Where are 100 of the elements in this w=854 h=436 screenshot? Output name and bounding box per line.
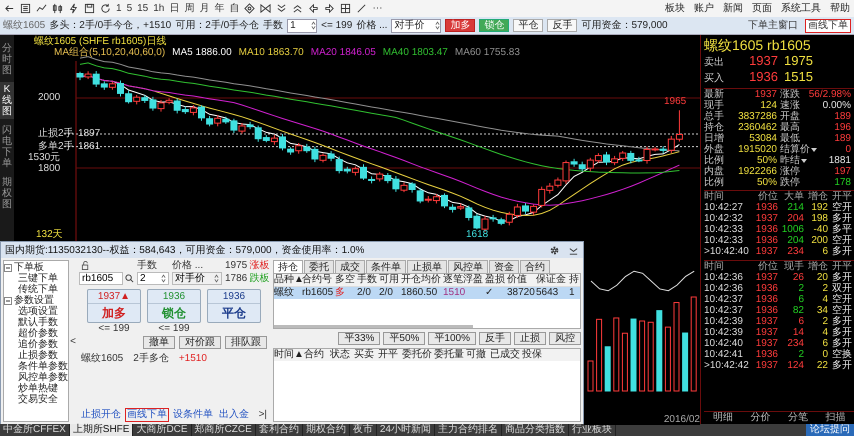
lightning-icon[interactable] <box>68 3 79 14</box>
position-row[interactable]: 螺纹 rb1605 多 2/0 2/0 1860.50 1510 ✓ 387205643 1 <box>274 287 580 299</box>
main-window-button[interactable]: 下单主窗口 <box>745 18 801 32</box>
column-header[interactable]: 状态 <box>330 349 354 361</box>
more-button[interactable]: ⋯ <box>372 2 382 14</box>
tab[interactable]: 资金 <box>489 260 519 273</box>
search-icon[interactable] <box>125 274 134 283</box>
tree-item[interactable]: 交易安全 <box>18 394 58 405</box>
settings-icon[interactable] <box>549 244 560 256</box>
spinner-icon[interactable] <box>311 21 316 30</box>
market-tab[interactable]: 期权合约 <box>302 424 350 436</box>
action-button[interactable]: 排队跟 <box>225 336 267 349</box>
qty-field[interactable]: 2 <box>137 272 169 285</box>
double-chevron-up-icon[interactable] <box>292 3 304 14</box>
spinner-icon[interactable] <box>161 274 166 283</box>
close-position-button[interactable]: 反手 <box>479 332 511 345</box>
tree-item[interactable]: 条件单参数 <box>18 361 68 372</box>
link-tab[interactable]: 出入金 <box>217 408 251 422</box>
collapse-panel-button[interactable]: < <box>69 336 77 346</box>
period-button[interactable]: 周 <box>184 2 194 14</box>
link-tab[interactable]: 画线下单 <box>125 408 169 422</box>
trade-button[interactable]: 1937▲ 加多 <box>87 289 141 323</box>
detail-tab[interactable]: 分笔 <box>788 412 808 424</box>
unlock-icon[interactable] <box>81 261 90 270</box>
order-button[interactable]: 平仓 <box>513 19 544 32</box>
period-button[interactable]: 年 <box>214 2 224 14</box>
close-position-button[interactable]: 止损 <box>514 332 546 345</box>
trade-button[interactable]: 1936 平仓 <box>207 289 261 323</box>
tab[interactable]: 成交 <box>335 260 365 273</box>
order-button[interactable]: 加多 <box>445 19 476 32</box>
save-icon[interactable] <box>84 3 95 14</box>
action-button[interactable]: 对价跟 <box>179 336 221 349</box>
spinner-icon[interactable] <box>214 274 219 283</box>
grid-icon[interactable] <box>340 3 352 14</box>
column-header[interactable]: 逐笔浮盈 <box>443 274 485 286</box>
column-header[interactable]: 手数 <box>357 274 379 286</box>
period-button[interactable]: 月 <box>199 2 210 14</box>
detail-tab[interactable]: 明细 <box>712 412 733 424</box>
period-button[interactable]: 自 <box>229 2 240 14</box>
pen-line-icon[interactable] <box>356 3 368 14</box>
close-position-button[interactable]: 平100% <box>428 332 476 345</box>
tree-item[interactable]: 风控单参数 <box>18 372 68 383</box>
column-header[interactable]: 多空 <box>335 274 357 286</box>
menu-item[interactable]: 系统工具 <box>781 2 821 14</box>
view-tab[interactable]: K线图 <box>0 82 14 119</box>
column-header[interactable]: 时间▲ <box>274 349 304 361</box>
view-tab[interactable]: 期权图 <box>0 175 14 212</box>
back-arrow-icon[interactable] <box>4 3 15 14</box>
line-chart-icon[interactable] <box>36 3 47 14</box>
market-tab[interactable]: 上期所SHFE <box>70 424 134 436</box>
period-button[interactable]: 1 <box>116 2 122 14</box>
list-icon[interactable] <box>20 3 31 14</box>
refresh-icon[interactable] <box>100 3 111 14</box>
double-chevron-down-icon[interactable] <box>276 3 288 14</box>
market-tab[interactable]: 大商所DCE <box>133 424 192 436</box>
column-header[interactable]: 买卖 <box>354 349 378 361</box>
draw-order-button[interactable]: 画线下单 <box>805 18 851 32</box>
menu-item[interactable]: 新闻 <box>723 2 743 14</box>
last-page-button[interactable]: >| <box>256 408 269 422</box>
view-tab[interactable]: 分时图 <box>0 41 14 78</box>
column-header[interactable]: 可用 <box>379 274 401 286</box>
tree-item[interactable]: 炒单热键 <box>18 383 58 394</box>
tree-item[interactable]: 默认手数 <box>18 317 58 328</box>
column-header[interactable]: 合约号 <box>302 274 335 286</box>
period-button[interactable]: 1h <box>153 2 164 14</box>
column-header[interactable]: 已成交 <box>490 349 522 361</box>
tree-item[interactable]: 三键下单 <box>18 273 58 284</box>
market-tab[interactable]: 商品分类指数 <box>502 424 569 436</box>
column-header[interactable]: 价值 <box>507 274 536 286</box>
column-header[interactable]: 开平 <box>378 349 402 361</box>
qty-field[interactable]: 1 <box>287 18 318 32</box>
order-button[interactable]: 反手 <box>547 19 578 32</box>
tree-item[interactable]: 追价参数 <box>18 339 58 350</box>
view-tab[interactable]: 闪电下单 <box>0 123 14 171</box>
period-button[interactable]: 日 <box>169 2 180 14</box>
menu-item[interactable]: 账户 <box>694 2 714 14</box>
tab[interactable]: 委托 <box>304 260 334 273</box>
tree-item[interactable]: 选项设置 <box>18 306 58 317</box>
spinner-icon[interactable] <box>435 21 440 30</box>
market-tab[interactable]: 主力合约排名 <box>434 424 502 436</box>
tree-item[interactable]: 参数设置 <box>14 295 54 306</box>
column-header[interactable]: 保证金 <box>536 274 569 286</box>
bowtie-icon[interactable] <box>260 3 272 14</box>
market-tab[interactable]: 套利合约 <box>256 424 303 436</box>
arrow-left-icon[interactable] <box>308 3 320 14</box>
tree-item[interactable]: 止损参数 <box>18 350 58 361</box>
column-header[interactable]: 投保 <box>522 349 546 361</box>
action-button[interactable]: 撤单 <box>143 336 175 349</box>
menu-item[interactable]: 板块 <box>665 2 685 14</box>
menu-item[interactable]: 帮助 <box>830 2 850 14</box>
period-button[interactable]: 5 <box>126 2 132 14</box>
detail-tab[interactable]: 扫描 <box>825 412 846 424</box>
contract-field[interactable]: rb1605 <box>79 272 123 285</box>
tab[interactable]: 止损单 <box>407 260 447 273</box>
dropdown-caret-icon[interactable] <box>801 158 807 162</box>
price-type-field[interactable]: 对手价 <box>391 18 442 32</box>
close-position-button[interactable]: 平33% <box>338 332 380 345</box>
column-header[interactable]: 品种▲ <box>274 274 302 286</box>
market-tab[interactable]: 郑商所CZCE <box>192 424 256 436</box>
market-tab[interactable]: 24小时新闻 <box>376 424 435 436</box>
